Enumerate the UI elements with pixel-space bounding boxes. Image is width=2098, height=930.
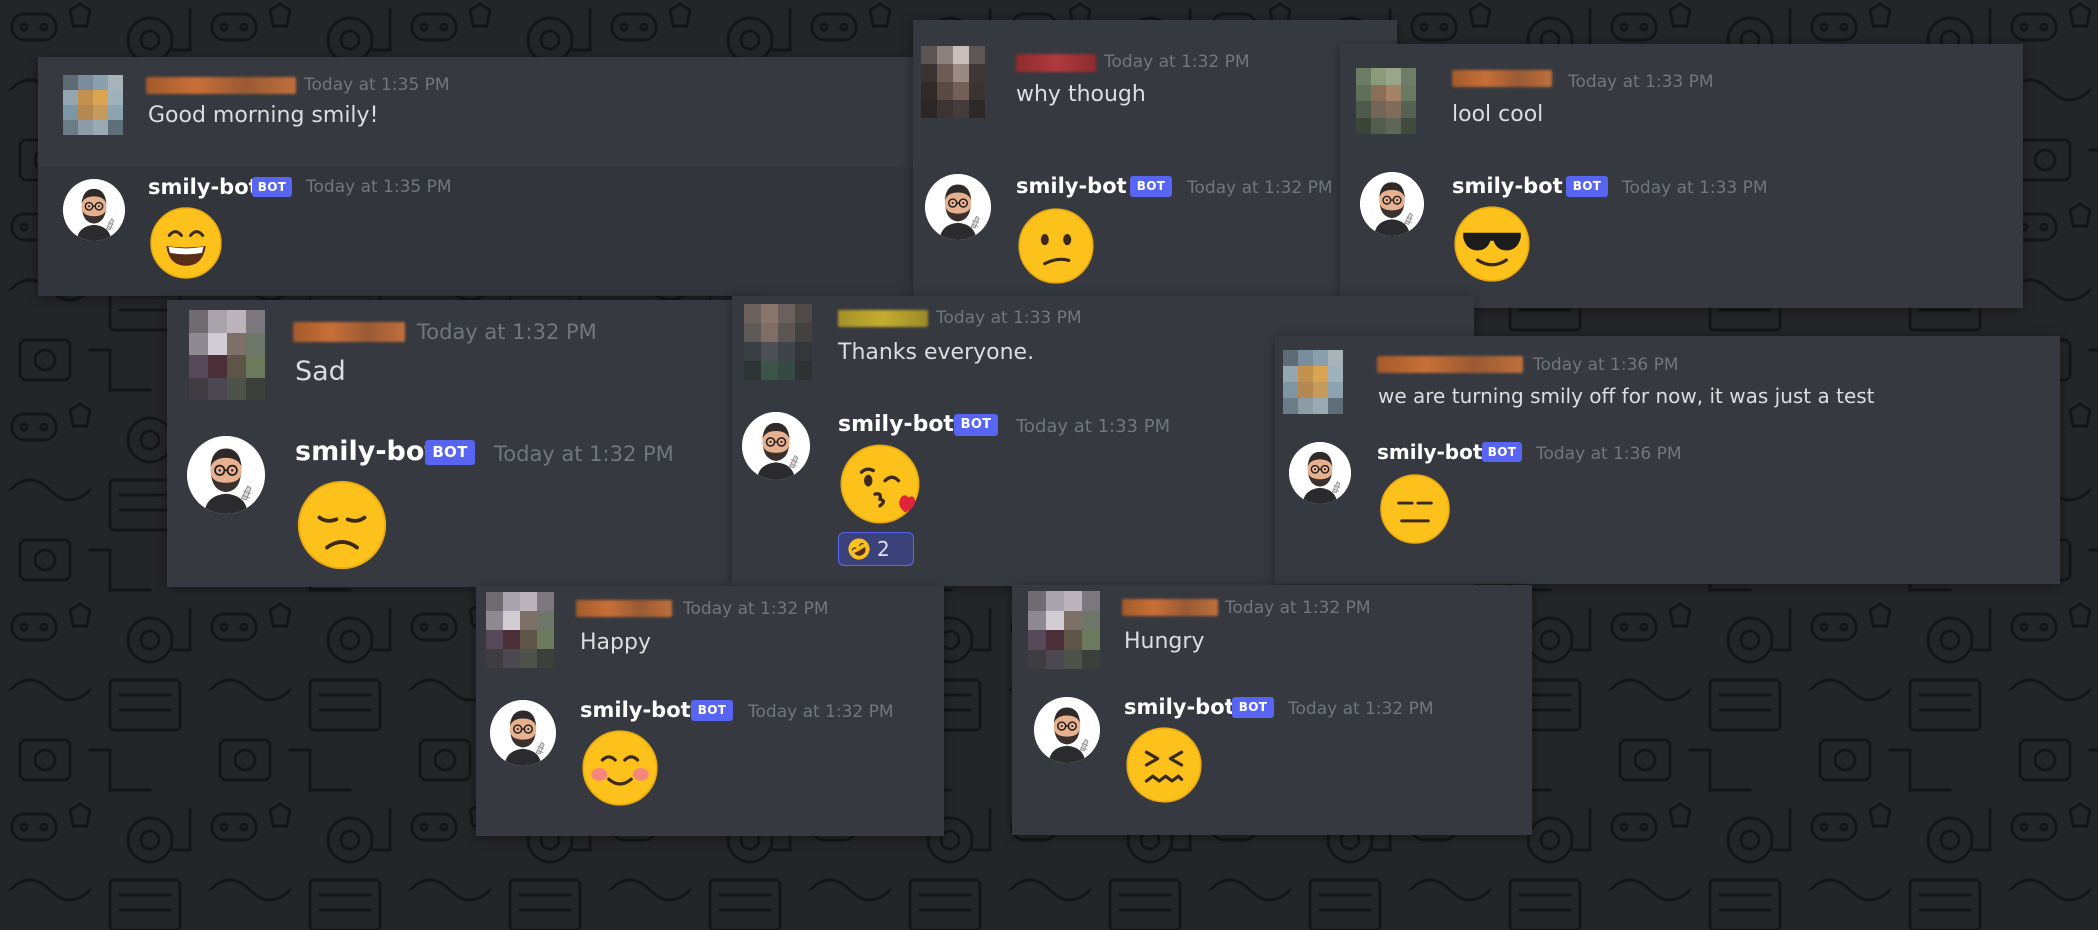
user-avatar[interactable] bbox=[63, 75, 123, 135]
user-avatar[interactable] bbox=[1283, 350, 1343, 414]
chat-panel-lool-cool: Today at 1:33 PM lool cool smily-bot BOT… bbox=[1340, 44, 2023, 308]
message-text: Thanks everyone. bbox=[838, 340, 1035, 365]
user-timestamp: Today at 1:33 PM bbox=[936, 308, 1082, 328]
username-redacted[interactable] bbox=[838, 310, 928, 327]
username-redacted[interactable] bbox=[1016, 54, 1096, 72]
disappointed-face-emoji bbox=[295, 478, 389, 572]
user-timestamp: Today at 1:35 PM bbox=[304, 75, 450, 95]
user-timestamp: Today at 1:32 PM bbox=[683, 599, 829, 619]
bot-avatar[interactable] bbox=[490, 700, 556, 766]
user-timestamp: Today at 1:36 PM bbox=[1533, 355, 1679, 375]
bot-avatar[interactable] bbox=[1034, 697, 1100, 763]
user-avatar[interactable] bbox=[744, 304, 812, 380]
user-message: Today at 1:32 PM why though bbox=[913, 20, 1397, 150]
message-text: why though bbox=[1016, 82, 1146, 107]
bot-message: smily-bot BOT Today at 1:33 PM bbox=[1340, 164, 2023, 308]
grinning-smiling-eyes-emoji bbox=[148, 205, 224, 281]
bot-timestamp: Today at 1:32 PM bbox=[494, 442, 674, 466]
bot-avatar[interactable] bbox=[63, 179, 125, 241]
bot-timestamp: Today at 1:32 PM bbox=[748, 702, 894, 722]
bot-timestamp: Today at 1:36 PM bbox=[1536, 444, 1682, 464]
bot-badge: BOT bbox=[1482, 442, 1522, 462]
bot-username[interactable]: smily-bot bbox=[295, 436, 437, 467]
message-text: Hungry bbox=[1124, 629, 1205, 654]
message-text: Good morning smily! bbox=[148, 103, 379, 128]
bot-message: smily-bot BOT Today at 1:32 PM bbox=[476, 686, 944, 836]
user-message: Today at 1:32 PM Hungry bbox=[1012, 585, 1532, 685]
bot-message: smily-bot BOT Today at 1:36 PM bbox=[1275, 432, 2060, 584]
bot-message: smily-bot BOT Today at 1:32 PM bbox=[913, 150, 1397, 320]
bot-username[interactable]: smily-bot bbox=[838, 412, 954, 437]
confounded-face-emoji bbox=[1124, 725, 1204, 805]
user-timestamp: Today at 1:32 PM bbox=[1225, 598, 1371, 618]
user-avatar[interactable] bbox=[1028, 591, 1100, 669]
reaction-count: 2 bbox=[877, 537, 890, 561]
bot-avatar[interactable] bbox=[1289, 442, 1351, 504]
chat-panel-why-though: Today at 1:32 PM why though smily-bot BO… bbox=[913, 20, 1397, 320]
reaction-button[interactable]: 2 bbox=[838, 532, 914, 566]
chat-panel-sad: Today at 1:32 PM Sad smily-bot BOT Today… bbox=[167, 300, 762, 587]
bot-badge: BOT bbox=[1566, 176, 1608, 197]
user-avatar[interactable] bbox=[486, 592, 554, 668]
chat-panel-hungry: Today at 1:32 PM Hungry smily-bot BOT To… bbox=[1012, 585, 1532, 835]
bot-message: smily-bot BOT Today at 1:35 PM bbox=[38, 167, 928, 296]
user-timestamp: Today at 1:33 PM bbox=[1568, 72, 1714, 92]
bot-badge: BOT bbox=[1232, 697, 1274, 718]
bot-message: smily-bot BOT Today at 1:32 PM bbox=[1012, 685, 1532, 835]
bot-timestamp: Today at 1:32 PM bbox=[1187, 178, 1333, 198]
bot-avatar[interactable] bbox=[1360, 172, 1424, 236]
bot-username[interactable]: smily-bot bbox=[1452, 174, 1563, 198]
bot-badge: BOT bbox=[425, 440, 475, 465]
bot-avatar[interactable] bbox=[187, 436, 265, 514]
kissing-heart-emoji bbox=[838, 442, 922, 526]
user-message: Today at 1:32 PM Happy bbox=[476, 586, 944, 686]
user-message: Today at 1:36 PM we are turning smily of… bbox=[1275, 336, 2060, 432]
bot-username[interactable]: smily-bot bbox=[1016, 174, 1127, 198]
bot-badge: BOT bbox=[954, 414, 998, 436]
bot-timestamp: Today at 1:32 PM bbox=[1288, 699, 1434, 719]
user-avatar[interactable] bbox=[1356, 68, 1416, 134]
chat-panel-happy: Today at 1:32 PM Happy smily-bot BOT Tod… bbox=[476, 586, 944, 836]
chat-panel-turning-off: Today at 1:36 PM we are turning smily of… bbox=[1275, 336, 2060, 584]
bot-timestamp: Today at 1:33 PM bbox=[1016, 416, 1171, 437]
bot-username[interactable]: smily-bot bbox=[148, 175, 259, 199]
bot-username[interactable]: smily-bot bbox=[1377, 440, 1482, 464]
expressionless-face-emoji bbox=[1378, 472, 1452, 546]
bot-username[interactable]: smily-bot bbox=[580, 698, 691, 722]
user-avatar[interactable] bbox=[189, 310, 265, 400]
user-message: Today at 1:33 PM lool cool bbox=[1340, 44, 2023, 164]
username-redacted[interactable] bbox=[1452, 70, 1552, 87]
message-text: we are turning smily off for now, it was… bbox=[1378, 384, 1875, 408]
bot-avatar[interactable] bbox=[925, 174, 991, 240]
username-redacted[interactable] bbox=[1122, 599, 1218, 616]
bot-badge: BOT bbox=[252, 177, 292, 197]
blushing-face-emoji bbox=[580, 728, 660, 808]
user-timestamp: Today at 1:32 PM bbox=[1104, 52, 1250, 72]
bot-message: smily-bot BOT Today at 1:32 PM bbox=[167, 410, 762, 587]
bot-avatar[interactable] bbox=[742, 412, 810, 480]
user-avatar[interactable] bbox=[921, 46, 985, 118]
confused-face-emoji bbox=[1016, 206, 1096, 286]
user-message: Today at 1:32 PM Sad bbox=[167, 300, 762, 410]
username-redacted[interactable] bbox=[1377, 356, 1523, 373]
rolling-laughing-emoji bbox=[847, 537, 871, 561]
bot-username[interactable]: smily-bot bbox=[1124, 695, 1235, 719]
sunglasses-face-emoji bbox=[1452, 204, 1532, 284]
bot-badge: BOT bbox=[691, 700, 733, 721]
message-text: Happy bbox=[580, 630, 651, 655]
user-timestamp: Today at 1:32 PM bbox=[417, 320, 597, 344]
user-message: Today at 1:35 PM Good morning smily! bbox=[38, 57, 928, 167]
bot-timestamp: Today at 1:35 PM bbox=[306, 177, 452, 197]
username-redacted[interactable] bbox=[146, 77, 296, 94]
bot-badge: BOT bbox=[1130, 176, 1172, 197]
username-redacted[interactable] bbox=[293, 322, 405, 342]
message-text: lool cool bbox=[1452, 102, 1544, 127]
bot-timestamp: Today at 1:33 PM bbox=[1622, 178, 1768, 198]
message-text: Sad bbox=[295, 356, 346, 387]
chat-panel-good-morning: Today at 1:35 PM Good morning smily! smi… bbox=[38, 57, 928, 296]
username-redacted[interactable] bbox=[576, 600, 672, 617]
